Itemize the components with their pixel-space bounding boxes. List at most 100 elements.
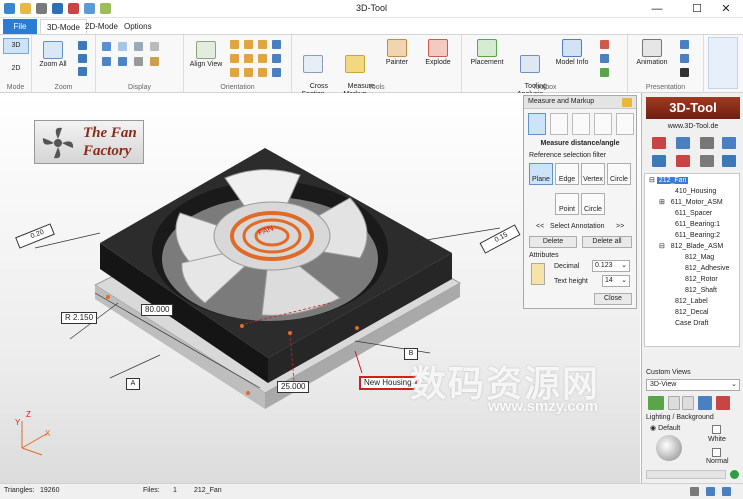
new-housing-callout[interactable]: New Housing: [359, 376, 417, 390]
animation-button[interactable]: Animation: [632, 39, 672, 67]
view-tri-icon[interactable]: [244, 68, 253, 77]
explode-button[interactable]: Explode: [420, 39, 456, 67]
view-left-icon[interactable]: [230, 54, 239, 63]
view-back-icon[interactable]: [244, 40, 253, 49]
wireframe-icon[interactable]: [118, 42, 127, 51]
text-height-select[interactable]: 14 ⌄: [602, 275, 630, 287]
view-prev-icon[interactable]: [668, 396, 680, 410]
view-cube-icon[interactable]: [258, 68, 267, 77]
filter-edge[interactable]: Edge: [555, 163, 579, 185]
mode-2d-button[interactable]: 2D: [3, 62, 29, 76]
shaded-icon[interactable]: [102, 42, 111, 51]
zoom-in-status-icon[interactable]: [722, 487, 731, 496]
tab-options[interactable]: Options: [118, 19, 158, 34]
panel-close-button[interactable]: Close: [594, 293, 632, 305]
pan-icon[interactable]: [78, 67, 87, 76]
text-annotation-icon[interactable]: [616, 113, 634, 135]
color-picker-icon[interactable]: [531, 263, 545, 285]
delete-all-button[interactable]: Delete all: [582, 236, 632, 248]
zoom-window-icon[interactable]: [78, 54, 87, 63]
tree-item-812-shaft[interactable]: 812_Shaft: [685, 286, 717, 296]
decimal-select[interactable]: 0.123 ⌄: [592, 260, 630, 272]
flip-icon[interactable]: [272, 68, 281, 77]
normal-checkbox[interactable]: [712, 448, 721, 457]
toolbox-tool1-icon[interactable]: [600, 40, 609, 49]
close-button[interactable]: ✕: [709, 0, 743, 18]
placement-button[interactable]: Placement: [466, 39, 508, 67]
tree-item-812-label[interactable]: 812_Label: [675, 297, 708, 307]
markup-arrow-icon[interactable]: [594, 113, 612, 135]
default-radio[interactable]: ◉ Default: [650, 424, 680, 432]
toolbox-tool2-icon[interactable]: [600, 54, 609, 63]
painter-button[interactable]: Painter: [380, 39, 414, 67]
tree-item-611-bearing-2[interactable]: 611_Bearing:2: [675, 231, 720, 241]
tree-item-812-adhesive[interactable]: 812_Adhesive: [685, 264, 729, 274]
filter-vertex[interactable]: Vertex: [581, 163, 605, 185]
tree-item-212-fan[interactable]: ⊟ 212_Fan: [649, 176, 689, 186]
view-bottom-icon[interactable]: [258, 54, 267, 63]
panel-settings-icon[interactable]: [722, 137, 736, 149]
panel-eye-icon[interactable]: [652, 137, 666, 149]
panel-list-icon[interactable]: [676, 137, 690, 149]
hidden-lines-icon[interactable]: [134, 42, 143, 51]
tree-item-410-housing[interactable]: 410_Housing: [675, 187, 716, 197]
panel-toggle-button[interactable]: [708, 37, 738, 89]
custom-view-select[interactable]: 3D-View ⌄: [646, 379, 740, 391]
filter-point[interactable]: Point: [555, 193, 579, 215]
fit-icon[interactable]: [690, 487, 699, 496]
tree-item-812-decal[interactable]: 812_Decal: [675, 308, 708, 318]
delete-button[interactable]: Delete: [529, 236, 577, 248]
filter-circle[interactable]: Circle: [607, 163, 631, 185]
width-dimension[interactable]: 80.000: [141, 304, 174, 316]
tree-item-812-mag[interactable]: 812_Mag: [685, 253, 714, 263]
zoom-in-icon[interactable]: [78, 41, 87, 50]
view-top-icon[interactable]: [258, 40, 267, 49]
edges-icon[interactable]: [102, 57, 111, 66]
minimize-button[interactable]: —: [640, 0, 674, 18]
panel-camera-icon[interactable]: [700, 137, 714, 149]
view-delete-icon[interactable]: [716, 396, 730, 410]
panel-tool4-icon[interactable]: [722, 155, 736, 167]
presentation-tool3-icon[interactable]: [680, 68, 689, 77]
filter-circle2[interactable]: Circle: [581, 193, 605, 215]
perspective-icon[interactable]: [134, 57, 143, 66]
transparent-icon[interactable]: [150, 42, 159, 51]
height-dimension[interactable]: 25.000: [277, 381, 310, 393]
silhouette-icon[interactable]: [118, 57, 127, 66]
measure-radius-icon[interactable]: [572, 113, 590, 135]
align-view-button[interactable]: Align View: [188, 41, 224, 69]
filter-plane[interactable]: Plane: [529, 163, 553, 185]
light-sphere[interactable]: [656, 435, 682, 461]
view-save-icon[interactable]: [698, 396, 712, 410]
view-front-icon[interactable]: [230, 40, 239, 49]
tree-item-812-blade-asm[interactable]: ⊟ 812_Blade_ASM: [659, 242, 723, 252]
radius-dimension[interactable]: R 2.150: [61, 312, 98, 324]
zoom-all-button[interactable]: Zoom All: [36, 41, 70, 69]
white-checkbox[interactable]: [712, 425, 721, 434]
mode-3d-button[interactable]: 3D: [3, 38, 29, 54]
brand-url[interactable]: www.3D-Tool.de: [646, 123, 740, 130]
tab-file[interactable]: File: [3, 19, 37, 34]
view-next-icon[interactable]: [682, 396, 694, 410]
presentation-tool2-icon[interactable]: [680, 54, 689, 63]
view-right-icon[interactable]: [244, 54, 253, 63]
toolbox-tool3-icon[interactable]: [600, 68, 609, 77]
tree-item-611-motor-asm[interactable]: ⊞ 611_Motor_ASM: [659, 198, 723, 208]
view-iso-icon[interactable]: [272, 40, 281, 49]
view-dim-icon[interactable]: [230, 68, 239, 77]
tree-item-611-spacer[interactable]: 611_Spacer: [675, 209, 712, 219]
model-info-button[interactable]: Model Info: [552, 39, 592, 67]
tree-item-case-draft[interactable]: Case Draft: [675, 319, 708, 329]
panel-tool2-icon[interactable]: [676, 155, 690, 167]
view-add-icon[interactable]: [648, 396, 664, 410]
lights-icon[interactable]: [150, 57, 159, 66]
datum-a-flag[interactable]: A: [126, 378, 140, 390]
panel-tool1-icon[interactable]: [652, 155, 666, 167]
zoom-out-icon[interactable]: [706, 487, 715, 496]
tree-item-611-bearing-1[interactable]: 611_Bearing:1: [675, 220, 720, 230]
measure-distance-icon[interactable]: [528, 113, 546, 135]
presentation-tool1-icon[interactable]: [680, 40, 689, 49]
next-annotation-button[interactable]: >>: [616, 223, 624, 230]
pin-icon[interactable]: [622, 98, 632, 107]
panel-tool3-icon[interactable]: [700, 155, 714, 167]
